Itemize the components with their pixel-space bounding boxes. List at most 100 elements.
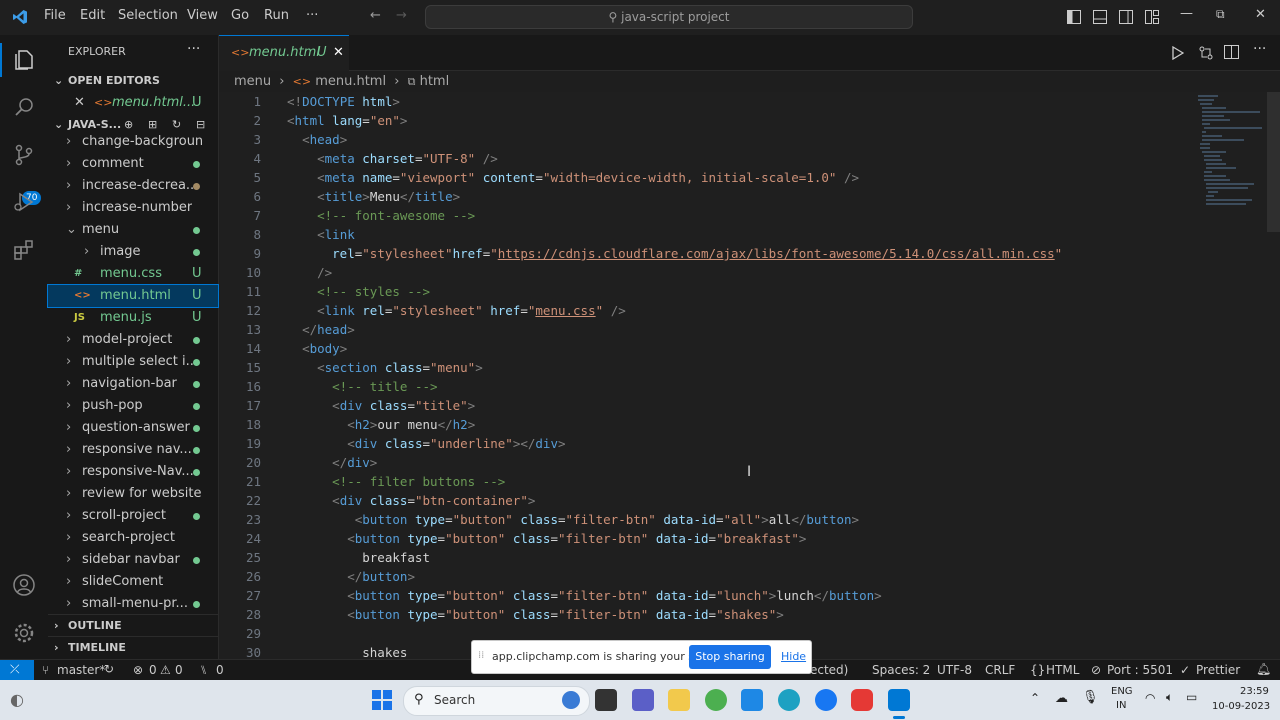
tree-item[interactable]: › increase-decrea... — [48, 175, 218, 197]
tree-item[interactable]: › increase-number — [48, 197, 218, 219]
tree-item[interactable]: › sidebar navbar — [48, 549, 218, 571]
live-server-port[interactable]: Port : 5501 — [1107, 663, 1173, 677]
forward-arrow-icon[interactable]: → — [396, 8, 407, 23]
file-explorer-icon[interactable] — [668, 689, 690, 711]
tree-item[interactable]: # menu.css U — [48, 263, 218, 285]
clock-time[interactable]: 23:59 — [1240, 686, 1269, 697]
breadcrumb-file[interactable]: menu.html — [315, 74, 386, 89]
indentation-status[interactable]: Spaces: 2 — [872, 663, 930, 677]
bing-icon[interactable] — [562, 691, 580, 709]
source-control-icon[interactable] — [12, 143, 36, 167]
code-line[interactable]: <!-- filter buttons --> — [287, 474, 505, 489]
tree-item[interactable]: <> menu.html U — [47, 284, 219, 308]
code-line[interactable]: <div class="title"> — [287, 398, 475, 413]
outline-header[interactable]: › OUTLINE — [48, 614, 218, 637]
tree-item[interactable]: › model-project — [48, 329, 218, 351]
teams-icon[interactable] — [632, 689, 654, 711]
menu-edit[interactable]: Edit — [80, 8, 105, 23]
ports-count[interactable]: 0 — [216, 663, 224, 677]
breadcrumb-element[interactable]: html — [420, 74, 450, 89]
code-line[interactable]: <body> — [287, 341, 347, 356]
branch-name[interactable]: master* — [57, 663, 105, 677]
code-line[interactable]: </div> — [287, 455, 377, 470]
menu-go[interactable]: Go — [231, 8, 249, 23]
chevron-up-icon[interactable]: ⌃ — [1030, 691, 1040, 705]
tree-item[interactable]: › push-pop — [48, 395, 218, 417]
error-count[interactable]: 0 — [149, 663, 157, 677]
windows-start-icon[interactable] — [372, 690, 392, 710]
code-line[interactable]: rel="stylesheet"href="https://cdnjs.clou… — [287, 246, 1062, 261]
toggle-panel-icon[interactable] — [1093, 10, 1107, 24]
tree-item[interactable]: › image — [48, 241, 218, 263]
sync-icon[interactable]: ↻ — [104, 662, 114, 676]
menu-more[interactable]: ··· — [306, 8, 318, 23]
code-line[interactable]: /> — [287, 265, 332, 280]
clock-date[interactable]: 10-09-2023 — [1212, 701, 1270, 712]
code-line[interactable]: <!-- font-awesome --> — [287, 208, 475, 223]
code-line[interactable]: <meta charset="UTF-8" /> — [287, 151, 498, 166]
encoding-status[interactable]: UTF-8 — [937, 663, 972, 677]
tree-item[interactable]: › review for website — [48, 483, 218, 505]
code-line[interactable]: <head> — [287, 132, 347, 147]
code-line[interactable]: <button type="button" class="filter-btn"… — [287, 607, 784, 622]
tree-item[interactable]: › comment — [48, 153, 218, 175]
compare-changes-icon[interactable] — [1198, 45, 1214, 61]
eol-status[interactable]: CRLF — [985, 663, 1015, 677]
explorer-icon[interactable] — [12, 48, 36, 72]
tree-item[interactable]: › responsive nav... — [48, 439, 218, 461]
code-line[interactable]: <button type="button" class="filter-btn"… — [287, 512, 859, 527]
code-line[interactable]: <!-- title --> — [287, 379, 437, 394]
menu-file[interactable]: File — [44, 8, 66, 23]
tab-menu-html[interactable]: <> menu.html U ✕ — [219, 35, 349, 71]
tree-item[interactable]: › navigation-bar — [48, 373, 218, 395]
code-line[interactable]: <div class="underline"></div> — [287, 436, 565, 451]
toggle-sidebar-icon[interactable] — [1067, 10, 1081, 24]
editor-more-icon[interactable]: ··· — [1253, 41, 1266, 57]
code-line[interactable]: breakfast — [287, 550, 430, 565]
restore-icon[interactable]: ⧉ — [1216, 7, 1225, 22]
code-line[interactable]: </head> — [287, 322, 355, 337]
code-line[interactable]: </button> — [287, 569, 415, 584]
taskbar-search[interactable]: ⚲ Search — [403, 686, 590, 716]
code-line[interactable]: <!-- styles --> — [287, 284, 430, 299]
code-line[interactable]: <link rel="stylesheet" href="menu.css" /… — [287, 303, 626, 318]
notifications-bell-icon[interactable]: 🔔︎ — [1256, 662, 1271, 676]
breadcrumb-folder[interactable]: menu — [234, 74, 271, 89]
region-indicator[interactable]: IN — [1116, 700, 1126, 711]
microphone-icon[interactable]: 🎙︎ — [1082, 690, 1099, 705]
tab-close-icon[interactable]: ✕ — [333, 45, 344, 60]
menu-selection[interactable]: Selection — [118, 8, 178, 23]
code-editor[interactable]: 1 <!DOCTYPE html> 2 <html lang="en"> 3 <head… — [219, 92, 1280, 659]
code-line[interactable]: shakes — [287, 645, 407, 659]
tree-item[interactable]: › change-background-... — [48, 131, 218, 153]
language-indicator[interactable]: ENG — [1111, 686, 1133, 697]
chrome-icon[interactable] — [705, 689, 727, 711]
code-line[interactable]: <div class="btn-container"> — [287, 493, 535, 508]
run-debug-icon[interactable] — [12, 190, 36, 214]
settings-gear-icon[interactable] — [12, 621, 36, 645]
toggle-secondary-sidebar-icon[interactable] — [1119, 10, 1133, 24]
edge-icon[interactable] — [778, 689, 800, 711]
code-line[interactable]: <button type="button" class="filter-btn"… — [287, 531, 806, 546]
run-icon[interactable] — [1172, 46, 1184, 60]
code-line[interactable]: <title>Menu</title> — [287, 189, 460, 204]
minimize-icon[interactable]: — — [1180, 6, 1193, 21]
tree-item[interactable]: › scroll-project — [48, 505, 218, 527]
code-line[interactable]: <link — [287, 227, 355, 242]
minimap[interactable] — [1196, 92, 1266, 212]
customize-layout-icon[interactable] — [1145, 10, 1159, 24]
timeline-header[interactable]: › TIMELINE — [48, 636, 218, 659]
explorer-more-icon[interactable]: ··· — [187, 41, 200, 57]
facebook-icon[interactable] — [815, 689, 837, 711]
menu-view[interactable]: View — [187, 8, 218, 23]
split-editor-icon[interactable] — [1224, 45, 1239, 59]
open-editors-header[interactable]: ⌄ OPEN EDITORS — [48, 70, 218, 92]
search-icon[interactable] — [12, 95, 36, 119]
command-center-search[interactable]: ⚲ java-script project — [425, 5, 913, 29]
open-editor-item[interactable]: ✕ <> menu.html... U — [48, 92, 218, 114]
stop-sharing-button[interactable]: Stop sharing — [689, 645, 771, 669]
cloud-icon[interactable]: ☁ — [1055, 691, 1068, 706]
back-arrow-icon[interactable]: ← — [370, 8, 381, 23]
hide-link[interactable]: Hide — [781, 650, 806, 663]
volume-icon[interactable]: 🔈︎ — [1166, 690, 1173, 705]
